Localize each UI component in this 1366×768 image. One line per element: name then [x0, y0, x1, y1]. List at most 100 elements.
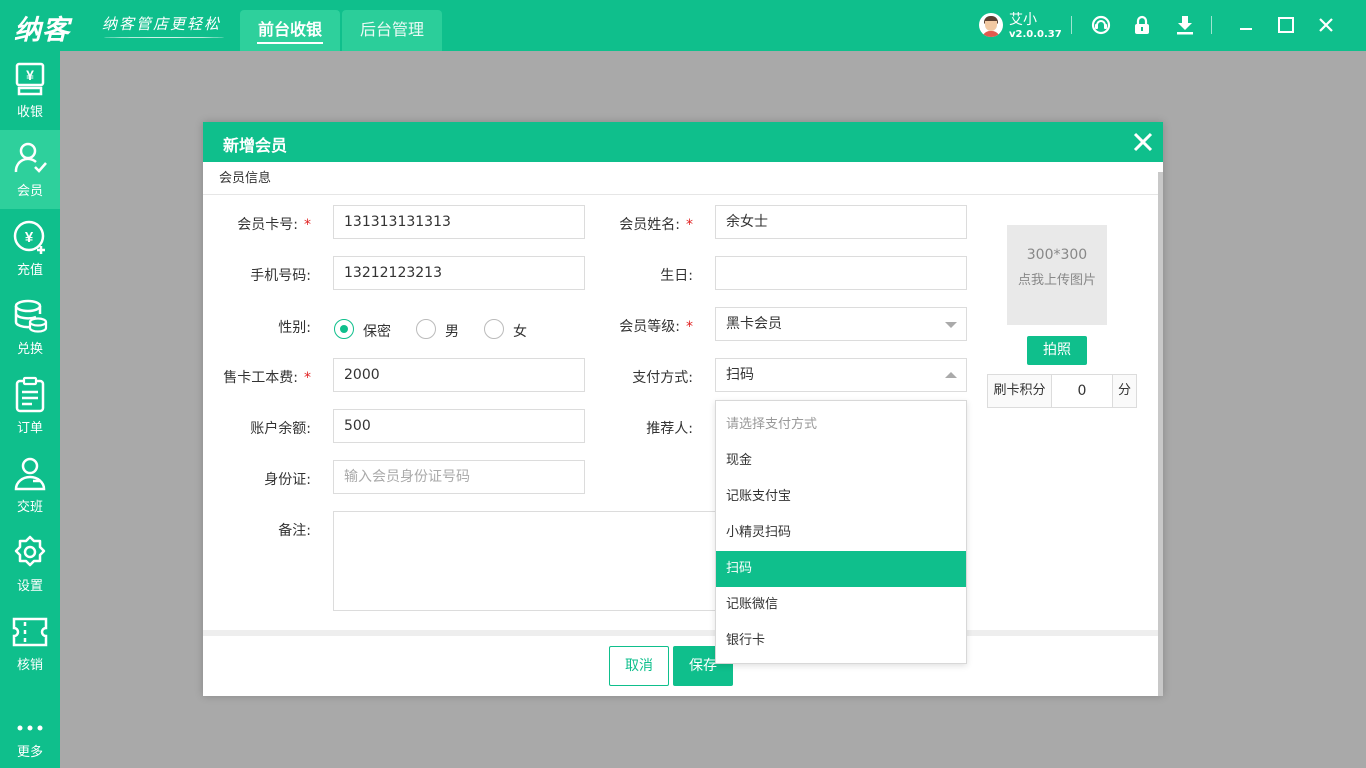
- dropdown-option-selected[interactable]: 扫码: [716, 551, 966, 587]
- add-member-dialog: 新增会员 会员信息 会员卡号: * 131313131313 会员姓名: * 余女士…: [203, 122, 1163, 696]
- take-photo-button[interactable]: 拍照: [1027, 336, 1087, 365]
- recharge-icon: ¥: [13, 220, 45, 254]
- dropdown-option[interactable]: 银行卡: [716, 623, 966, 659]
- phone-input[interactable]: 13212123213: [333, 256, 585, 290]
- card-fee-input[interactable]: 2000: [333, 358, 585, 392]
- close-icon[interactable]: [1133, 132, 1153, 152]
- gender-radio-male[interactable]: [416, 319, 436, 339]
- maximize-icon[interactable]: [1275, 14, 1297, 36]
- sidebar-item-label: 设置: [16, 579, 43, 594]
- gender-option-label: 女: [513, 324, 527, 340]
- dialog-header: 新增会员: [203, 122, 1163, 162]
- sidebar-item-label: 交班: [16, 500, 43, 515]
- sidebar-item-recharge[interactable]: ¥ 充值: [0, 209, 60, 288]
- download-icon[interactable]: [1174, 14, 1196, 36]
- points-field: 刷卡积分 0 分: [987, 374, 1137, 408]
- user-name[interactable]: 艾小: [1009, 9, 1037, 29]
- balance-label: 账户余额:: [250, 421, 311, 437]
- sidebar-item-label: 更多: [16, 745, 43, 760]
- sidebar-item-cashier[interactable]: ¥ 收银: [0, 51, 60, 130]
- dialog-title: 新增会员: [223, 136, 288, 155]
- payment-label: 支付方式:: [632, 370, 693, 386]
- phone-label: 手机号码:: [250, 268, 311, 284]
- sidebar-item-label: 会员: [16, 184, 43, 199]
- cashier-icon: ¥: [15, 62, 45, 96]
- active-tab-indicator: [257, 42, 323, 44]
- order-icon: [15, 376, 45, 413]
- member-name-label: 会员姓名: *: [619, 217, 693, 233]
- exchange-icon: [14, 299, 48, 333]
- sidebar-item-settings[interactable]: 设置: [0, 525, 60, 604]
- dropdown-option[interactable]: 记账微信: [716, 587, 966, 623]
- sidebar-item-order[interactable]: 订单: [0, 367, 60, 446]
- id-card-input[interactable]: 输入会员身份证号码: [333, 460, 585, 494]
- sidebar-item-shift[interactable]: 交班: [0, 446, 60, 525]
- sidebar: ¥ 收银 会员 ¥ 充值 兑换 订单 交班 设置 核销 更多: [0, 51, 60, 768]
- photo-upload[interactable]: 300*300 点我上传图片: [1007, 225, 1107, 325]
- card-fee-label: 售卡工本费: *: [223, 370, 311, 386]
- birthday-input[interactable]: [715, 256, 967, 290]
- member-level-select[interactable]: 黑卡会员: [715, 307, 967, 341]
- gender-radio-secret[interactable]: [334, 319, 354, 339]
- sidebar-item-label: 充值: [16, 263, 43, 278]
- slogan-underline: [104, 36, 224, 38]
- app-logo: 纳客: [14, 15, 70, 46]
- section-title: 会员信息: [219, 171, 272, 186]
- scrollbar[interactable]: [1158, 172, 1163, 696]
- tab-front-cashier[interactable]: 前台收银: [240, 10, 340, 51]
- balance-input[interactable]: 500: [333, 409, 585, 443]
- sidebar-item-label: 订单: [16, 421, 43, 436]
- top-bar: 纳客 纳客管店更轻松 前台收银 后台管理 艾小 v2.0.0.37: [0, 0, 1366, 51]
- support-icon[interactable]: [1090, 14, 1112, 36]
- divider: [1211, 16, 1212, 34]
- shift-icon: [14, 457, 46, 491]
- tab-label: 后台管理: [359, 20, 424, 39]
- member-name-input[interactable]: 余女士: [715, 205, 967, 239]
- gender-option-label: 保密: [363, 324, 391, 340]
- id-card-label: 身份证:: [264, 472, 311, 488]
- more-icon: [17, 725, 43, 731]
- gender-option-label: 男: [445, 324, 459, 340]
- card-no-input[interactable]: 131313131313: [333, 205, 585, 239]
- dropdown-option[interactable]: 现金: [716, 443, 966, 479]
- verify-icon: [12, 617, 48, 647]
- close-icon[interactable]: [1315, 14, 1337, 36]
- sidebar-item-exchange[interactable]: 兑换: [0, 288, 60, 367]
- member-level-value: 黑卡会员: [726, 316, 782, 332]
- points-label: 刷卡积分: [988, 375, 1052, 407]
- dropdown-option[interactable]: 小精灵扫码: [716, 515, 966, 551]
- card-no-label: 会员卡号: *: [237, 217, 311, 233]
- points-input[interactable]: 0: [1052, 375, 1112, 407]
- app-slogan: 纳客管店更轻松: [102, 15, 222, 33]
- divider: [203, 194, 1158, 195]
- payment-select[interactable]: 扫码: [715, 358, 967, 392]
- minimize-icon[interactable]: [1235, 14, 1257, 36]
- payment-dropdown: 请选择支付方式 现金 记账支付宝 小精灵扫码 扫码 记账微信 银行卡: [715, 400, 967, 664]
- dropdown-option[interactable]: 记账支付宝: [716, 479, 966, 515]
- payment-value: 扫码: [726, 367, 754, 383]
- referrer-label: 推荐人:: [646, 421, 693, 437]
- remark-textarea[interactable]: [333, 511, 733, 611]
- sidebar-item-label: 兑换: [16, 342, 43, 357]
- sidebar-item-member[interactable]: 会员: [0, 130, 60, 209]
- tab-back-office[interactable]: 后台管理: [342, 10, 442, 51]
- svg-text:¥: ¥: [25, 229, 34, 246]
- sidebar-item-more[interactable]: 更多: [0, 689, 60, 768]
- sidebar-item-verify[interactable]: 核销: [0, 604, 60, 683]
- remark-label: 备注:: [278, 523, 311, 539]
- svg-text:¥: ¥: [26, 67, 34, 83]
- member-icon: [14, 142, 47, 173]
- divider: [1071, 16, 1072, 34]
- gender-radio-female[interactable]: [484, 319, 504, 339]
- tab-label: 前台收银: [257, 20, 322, 39]
- user-avatar[interactable]: [979, 13, 1003, 37]
- photo-upload-hint: 点我上传图片: [1017, 273, 1096, 288]
- app-version: v2.0.0.37: [1009, 29, 1062, 40]
- member-level-label: 会员等级: *: [619, 319, 693, 335]
- dropdown-placeholder[interactable]: 请选择支付方式: [716, 407, 966, 443]
- lock-icon[interactable]: [1131, 14, 1153, 36]
- chevron-up-icon: [945, 372, 957, 378]
- cancel-button[interactable]: 取消: [609, 646, 669, 686]
- photo-size-hint: 300*300: [1026, 247, 1088, 263]
- settings-icon: [14, 535, 46, 567]
